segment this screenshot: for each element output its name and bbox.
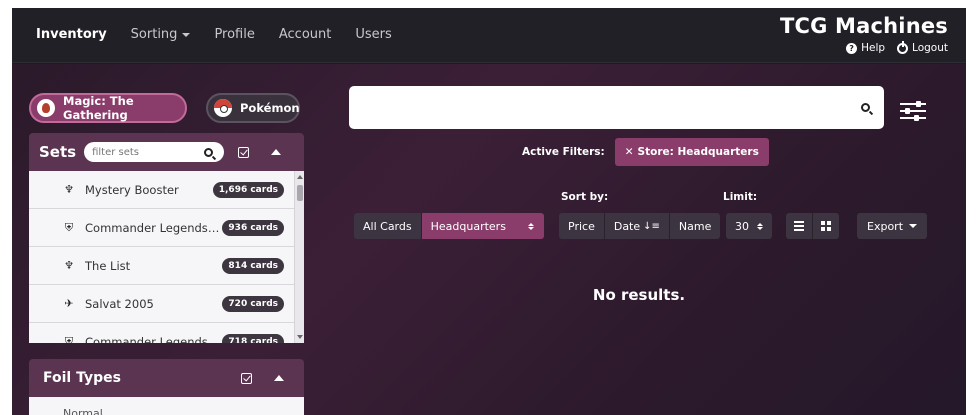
foil-types-panel: Foil Types Normal <box>29 359 304 415</box>
sort-buttons: Price Date ↓≡ Name <box>559 213 721 239</box>
foil-item-normal[interactable]: Normal <box>63 407 103 415</box>
filter-settings-icon[interactable] <box>900 100 926 122</box>
select-all-checkbox-icon[interactable] <box>238 146 250 158</box>
mystery-booster-icon: ♆ <box>64 183 74 196</box>
limit-select-button[interactable]: 30 <box>726 213 772 239</box>
export-dropdown[interactable]: Export <box>857 213 928 239</box>
list-view-button[interactable] <box>786 213 813 239</box>
search-input[interactable] <box>363 100 861 115</box>
foil-tools <box>241 372 284 384</box>
nav-links: Inventory Sorting Profile Account Users <box>36 27 392 42</box>
select-all-checkbox-icon[interactable] <box>241 372 252 384</box>
sets-header: Sets <box>29 133 304 171</box>
set-item-commander-legends[interactable]: ⛨ Commander Legends 718 cards <box>29 323 304 343</box>
list-icon <box>794 221 804 231</box>
search-bar <box>349 86 884 129</box>
no-results-message: No results. <box>592 286 686 304</box>
set-count-badge: 1,696 cards <box>212 181 284 198</box>
search-icon[interactable] <box>204 147 214 157</box>
pokeball-icon <box>214 99 232 117</box>
active-filters: Active Filters: ✕ Store: Headquarters <box>522 138 769 166</box>
set-name: Mystery Booster <box>85 182 179 197</box>
scroll-up-icon[interactable] <box>297 175 303 179</box>
mtg-icon <box>37 99 55 117</box>
set-item-the-list[interactable]: ♆ The List 814 cards <box>29 247 304 285</box>
store-selector: All Cards Headquarters <box>354 213 544 239</box>
app-frame: Inventory Sorting Profile Account Users … <box>12 8 966 415</box>
set-name: Commander Legends <box>85 334 208 344</box>
top-navbar: Inventory Sorting Profile Account Users … <box>12 8 966 63</box>
foil-types-title: Foil Types <box>43 370 121 386</box>
sort-descending-icon: ↓≡ <box>643 220 660 232</box>
nav-sorting[interactable]: Sorting <box>131 27 191 42</box>
commander-legends-icon: ⛨ <box>64 334 74 344</box>
limit-select[interactable]: 30 <box>726 213 772 239</box>
chevron-up-icon[interactable] <box>271 149 282 155</box>
game-tab-pokemon[interactable]: Pokémon <box>206 93 300 123</box>
set-count-badge: 814 cards <box>222 257 284 274</box>
view-toggle <box>786 213 839 239</box>
store-select-value: Headquarters <box>430 219 506 233</box>
set-count-badge: 936 cards <box>222 219 284 236</box>
logout-label: Logout <box>912 42 948 54</box>
set-item-mystery-booster[interactable]: ♆ Mystery Booster 1,696 cards <box>29 171 304 209</box>
nav-profile[interactable]: Profile <box>214 27 254 42</box>
sort-price-button[interactable]: Price <box>559 213 605 239</box>
help-icon: ? <box>846 42 858 54</box>
foil-types-header: Foil Types <box>29 359 304 397</box>
active-filters-label: Active Filters: <box>522 146 605 158</box>
sets-panel: Sets ♆ Mystery Booster 1,696 cards ⛨ Com… <box>29 133 304 343</box>
scroll-down-icon[interactable] <box>297 335 303 339</box>
search-icon[interactable] <box>861 103 870 112</box>
set-item-commander-legends-2[interactable]: ⛨ Commander Legends: ... 936 cards <box>29 209 304 247</box>
sort-updown-icon <box>757 222 763 230</box>
limit-value: 30 <box>735 219 749 233</box>
caret-down-icon <box>909 224 918 228</box>
brand-title[interactable]: TCG Machines <box>780 14 948 38</box>
chevron-up-icon[interactable] <box>274 375 284 381</box>
game-tab-mtg[interactable]: Magic: The Gathering <box>29 93 187 123</box>
sort-name-button[interactable]: Name <box>669 213 721 239</box>
game-tab-label: Pokémon <box>240 101 300 115</box>
export-button[interactable]: Export <box>857 213 928 239</box>
grid-icon <box>821 221 831 231</box>
sort-date-label: Date <box>613 219 641 233</box>
nav-sorting-label: Sorting <box>130 27 178 42</box>
foil-types-list: Normal <box>29 397 304 415</box>
nav-right: ? Help Logout <box>846 40 948 54</box>
filter-chip-store[interactable]: ✕ Store: Headquarters <box>614 138 769 166</box>
set-count-badge: 718 cards <box>222 333 284 343</box>
sort-updown-icon <box>527 222 534 230</box>
sets-scrollbar[interactable] <box>294 171 304 343</box>
sort-by-label: Sort by: <box>561 191 609 203</box>
commander-legends-icon: ⛨ <box>64 220 74 234</box>
game-tab-label: Magic: The Gathering <box>63 94 134 122</box>
filter-sets-input[interactable] <box>92 146 205 158</box>
help-link[interactable]: ? Help <box>846 42 885 54</box>
filter-sets-box <box>84 142 225 162</box>
help-label: Help <box>861 42 886 54</box>
close-icon: ✕ <box>624 146 634 158</box>
power-icon <box>897 40 909 54</box>
sort-date-button[interactable]: Date ↓≡ <box>604 213 670 239</box>
nav-inventory[interactable]: Inventory <box>36 27 107 42</box>
nav-users[interactable]: Users <box>355 27 391 42</box>
set-name: Commander Legends: ... <box>85 220 223 235</box>
logout-link[interactable]: Logout <box>897 40 948 54</box>
all-cards-button[interactable]: All Cards <box>354 213 422 239</box>
scroll-thumb[interactable] <box>297 185 303 201</box>
nav-account[interactable]: Account <box>279 27 332 42</box>
sets-list: ♆ Mystery Booster 1,696 cards ⛨ Commande… <box>29 171 304 343</box>
the-list-icon: ♆ <box>64 259 74 272</box>
export-label: Export <box>867 219 904 233</box>
store-select[interactable]: Headquarters <box>421 213 544 239</box>
limit-label: Limit: <box>723 191 758 203</box>
sets-title: Sets <box>39 143 77 161</box>
set-name: The List <box>85 258 131 273</box>
caret-down-icon <box>182 32 191 37</box>
filter-chip-label: Store: Headquarters <box>637 146 759 158</box>
grid-view-button[interactable] <box>813 213 839 239</box>
